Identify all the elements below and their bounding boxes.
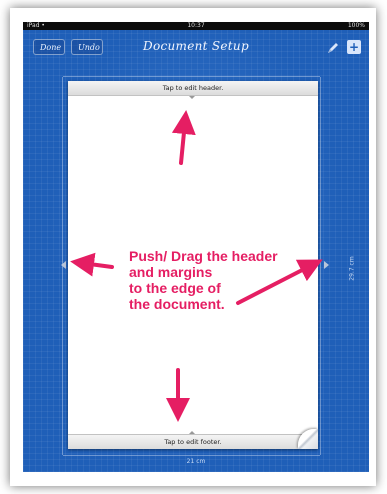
- status-time: 10:37: [187, 22, 205, 29]
- annotation-line: Push/ Drag the header: [129, 248, 278, 264]
- ipad-screen: iPad • 10:37 100% Done Undo Document Set…: [23, 22, 369, 472]
- margin-guide-top: [63, 76, 320, 77]
- width-dimension-label: 21 cm: [186, 458, 206, 465]
- margin-guide-right: [320, 77, 321, 455]
- pen-icon[interactable]: [326, 40, 340, 54]
- page-curl-icon[interactable]: [298, 429, 318, 449]
- right-margin-handle[interactable]: [324, 261, 329, 269]
- footer-bar[interactable]: Tap to edit footer.: [68, 434, 318, 449]
- annotation-line: the document.: [129, 296, 225, 312]
- page-title: Document Setup: [143, 39, 249, 53]
- height-dimension-label: 29.7 cm: [348, 256, 356, 281]
- header-drag-caret[interactable]: [189, 96, 195, 99]
- instruction-annotation: Push/ Drag the header and margins to the…: [129, 248, 278, 312]
- battery-label: 100%: [347, 22, 365, 29]
- annotation-line: and margins: [129, 264, 213, 280]
- header-bar[interactable]: Tap to edit header.: [68, 81, 318, 96]
- annotation-line: to the edge of: [129, 280, 221, 296]
- margin-guide-bottom: [63, 455, 320, 456]
- left-margin-handle[interactable]: [61, 261, 66, 269]
- add-icon[interactable]: +: [347, 40, 361, 54]
- toolbar: Done Undo Document Setup +: [23, 30, 369, 64]
- status-bar: iPad • 10:37 100%: [23, 22, 369, 30]
